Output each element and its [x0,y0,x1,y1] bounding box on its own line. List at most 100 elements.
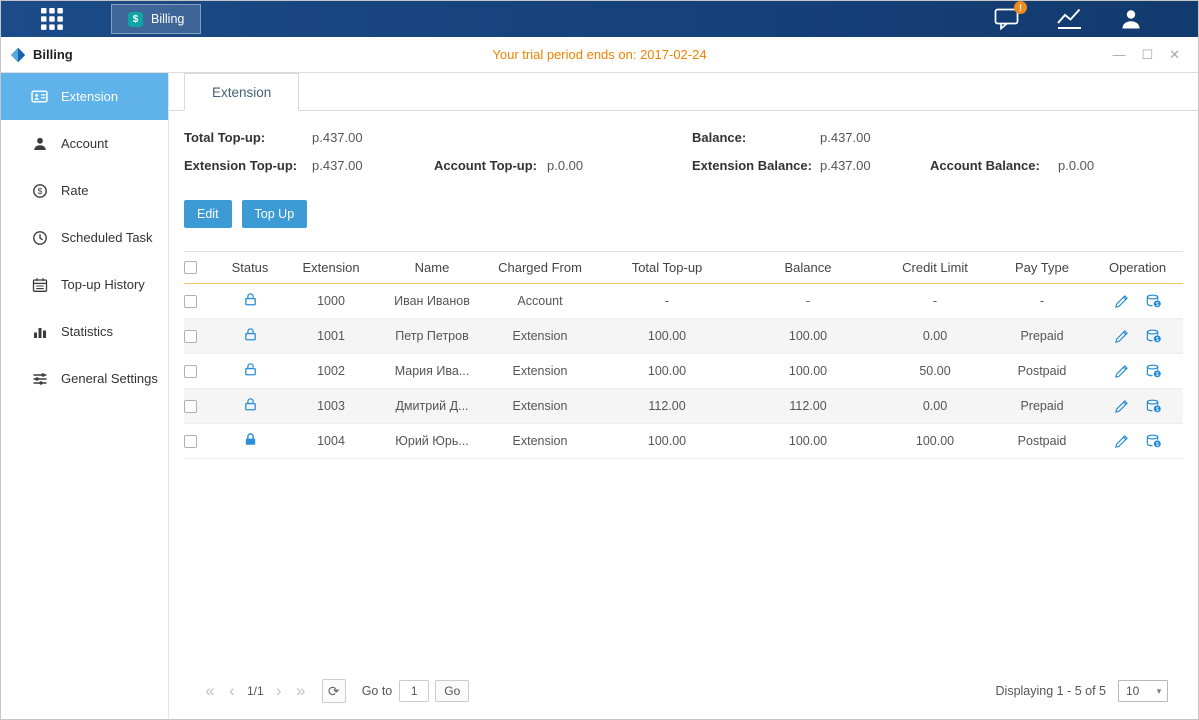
unlock-icon [243,292,258,310]
sidebar-item-label: Scheduled Task [61,230,153,245]
summary-account-balance: Account Balance:p.0.00 [930,158,1183,173]
edit-button[interactable]: Edit [184,200,232,228]
edit-row-icon[interactable] [1114,329,1129,344]
cell-charged-from: Extension [484,399,596,413]
apps-grid-icon[interactable] [37,4,67,34]
cell-balance: 100.00 [738,329,878,343]
notification-badge: ! [1014,1,1027,14]
topup-row-icon[interactable]: $ [1145,363,1162,379]
cell-total-topup: 100.00 [596,364,738,378]
next-page-button[interactable]: › [268,681,290,701]
topup-row-icon[interactable]: $ [1145,328,1162,344]
cell-pay-type: Postpaid [992,434,1092,448]
go-button[interactable]: Go [435,680,469,702]
row-checkbox[interactable] [184,295,197,308]
topbar-tab-billing[interactable]: $ Billing [111,4,201,34]
table-row: 1004 Юрий Юрь... Extension 100.00 100.00… [184,424,1183,459]
header-extension: Extension [282,260,380,275]
table-row: 1000 Иван Иванов Account - - - - $ [184,284,1183,319]
goto-page-input[interactable] [399,680,429,702]
cell-balance: - [738,294,878,308]
select-all-checkbox[interactable] [184,261,197,274]
extension-table: Status Extension Name Charged From Total… [184,251,1183,459]
first-page-button[interactable]: « [199,681,221,701]
cell-total-topup: 112.00 [596,399,738,413]
cell-name: Дмитрий Д... [380,399,484,413]
row-checkbox[interactable] [184,435,197,448]
sliders-icon [31,370,48,387]
bar-chart-icon [31,323,48,340]
tabstrip: Extension [169,73,1198,111]
cell-charged-from: Extension [484,434,596,448]
cell-balance: 100.00 [738,364,878,378]
sidebar-item-account[interactable]: Account [1,120,168,167]
svg-text:$: $ [1155,407,1158,413]
svg-text:$: $ [1155,372,1158,378]
cell-extension: 1001 [282,329,380,343]
row-checkbox[interactable] [184,365,197,378]
sidebar-item-rate[interactable]: $ Rate [1,167,168,214]
main-panel: Extension Total Top-up:p.437.00 Balance:… [169,73,1198,719]
maximize-button[interactable]: ☐ [1141,48,1153,61]
cell-total-topup: 100.00 [596,329,738,343]
top-up-button[interactable]: Top Up [242,200,308,228]
minimize-button[interactable]: — [1112,48,1125,61]
messages-button[interactable]: ! [994,7,1020,31]
table-row: 1003 Дмитрий Д... Extension 112.00 112.0… [184,389,1183,424]
rate-coin-icon: $ [31,182,48,199]
dollar-icon: $ [128,12,143,27]
summary-panel: Total Top-up:p.437.00 Balance:p.437.00 E… [184,130,1183,173]
sidebar-item-statistics[interactable]: Statistics [1,308,168,355]
cell-pay-type: Prepaid [992,399,1092,413]
page-size-select[interactable]: 10 ▾ [1118,680,1168,702]
window-controls: — ☐ ✕ [1112,48,1198,61]
cell-extension: 1002 [282,364,380,378]
refresh-icon: ⟳ [328,683,340,700]
user-button[interactable] [1119,7,1143,31]
sidebar-item-topup-history[interactable]: Top-up History [1,261,168,308]
sidebar-item-general-settings[interactable]: General Settings [1,355,168,402]
tab-extension[interactable]: Extension [184,73,299,111]
prev-page-button[interactable]: ‹ [221,681,243,701]
titlebar-left: Billing [1,47,73,63]
row-checkbox[interactable] [184,330,197,343]
table-row: 1002 Мария Ива... Extension 100.00 100.0… [184,354,1183,389]
topup-row-icon[interactable]: $ [1145,433,1162,449]
cell-credit-limit: - [878,294,992,308]
sidebar: Extension Account $ Rate Scheduled Task [1,73,169,719]
edit-row-icon[interactable] [1114,399,1129,414]
refresh-button[interactable]: ⟳ [322,679,346,703]
cell-charged-from: Account [484,294,596,308]
summary-total-topup: Total Top-up:p.437.00 [184,130,434,145]
header-credit-limit: Credit Limit [878,260,992,275]
header-total-topup: Total Top-up [596,260,738,275]
row-checkbox[interactable] [184,400,197,413]
svg-text:$: $ [1155,442,1158,448]
unlock-icon [243,362,258,380]
summary-account-topup: Account Top-up:p.0.00 [434,158,692,173]
summary-extension-balance: Extension Balance:p.437.00 [692,158,930,173]
last-page-button[interactable]: » [290,681,312,701]
actions-bar: Edit Top Up [184,200,1183,228]
sidebar-item-label: Statistics [61,324,113,339]
cell-extension: 1004 [282,434,380,448]
sidebar-item-extension[interactable]: Extension [1,73,168,120]
edit-row-icon[interactable] [1114,294,1129,309]
topup-row-icon[interactable]: $ [1145,293,1162,309]
sidebar-item-scheduled-task[interactable]: Scheduled Task [1,214,168,261]
topbar-right: ! [994,7,1198,31]
user-icon [1119,7,1143,31]
cell-credit-limit: 50.00 [878,364,992,378]
edit-row-icon[interactable] [1114,434,1129,449]
cell-name: Юрий Юрь... [380,434,484,448]
summary-extension-topup: Extension Top-up:p.437.00 [184,158,434,173]
close-button[interactable]: ✕ [1169,48,1180,61]
header-status: Status [218,260,282,275]
cell-total-topup: 100.00 [596,434,738,448]
edit-row-icon[interactable] [1114,364,1129,379]
cell-name: Мария Ива... [380,364,484,378]
monitor-button[interactable] [1056,8,1083,30]
topup-row-icon[interactable]: $ [1145,398,1162,414]
sidebar-item-label: Top-up History [61,277,145,292]
cell-balance: 100.00 [738,434,878,448]
